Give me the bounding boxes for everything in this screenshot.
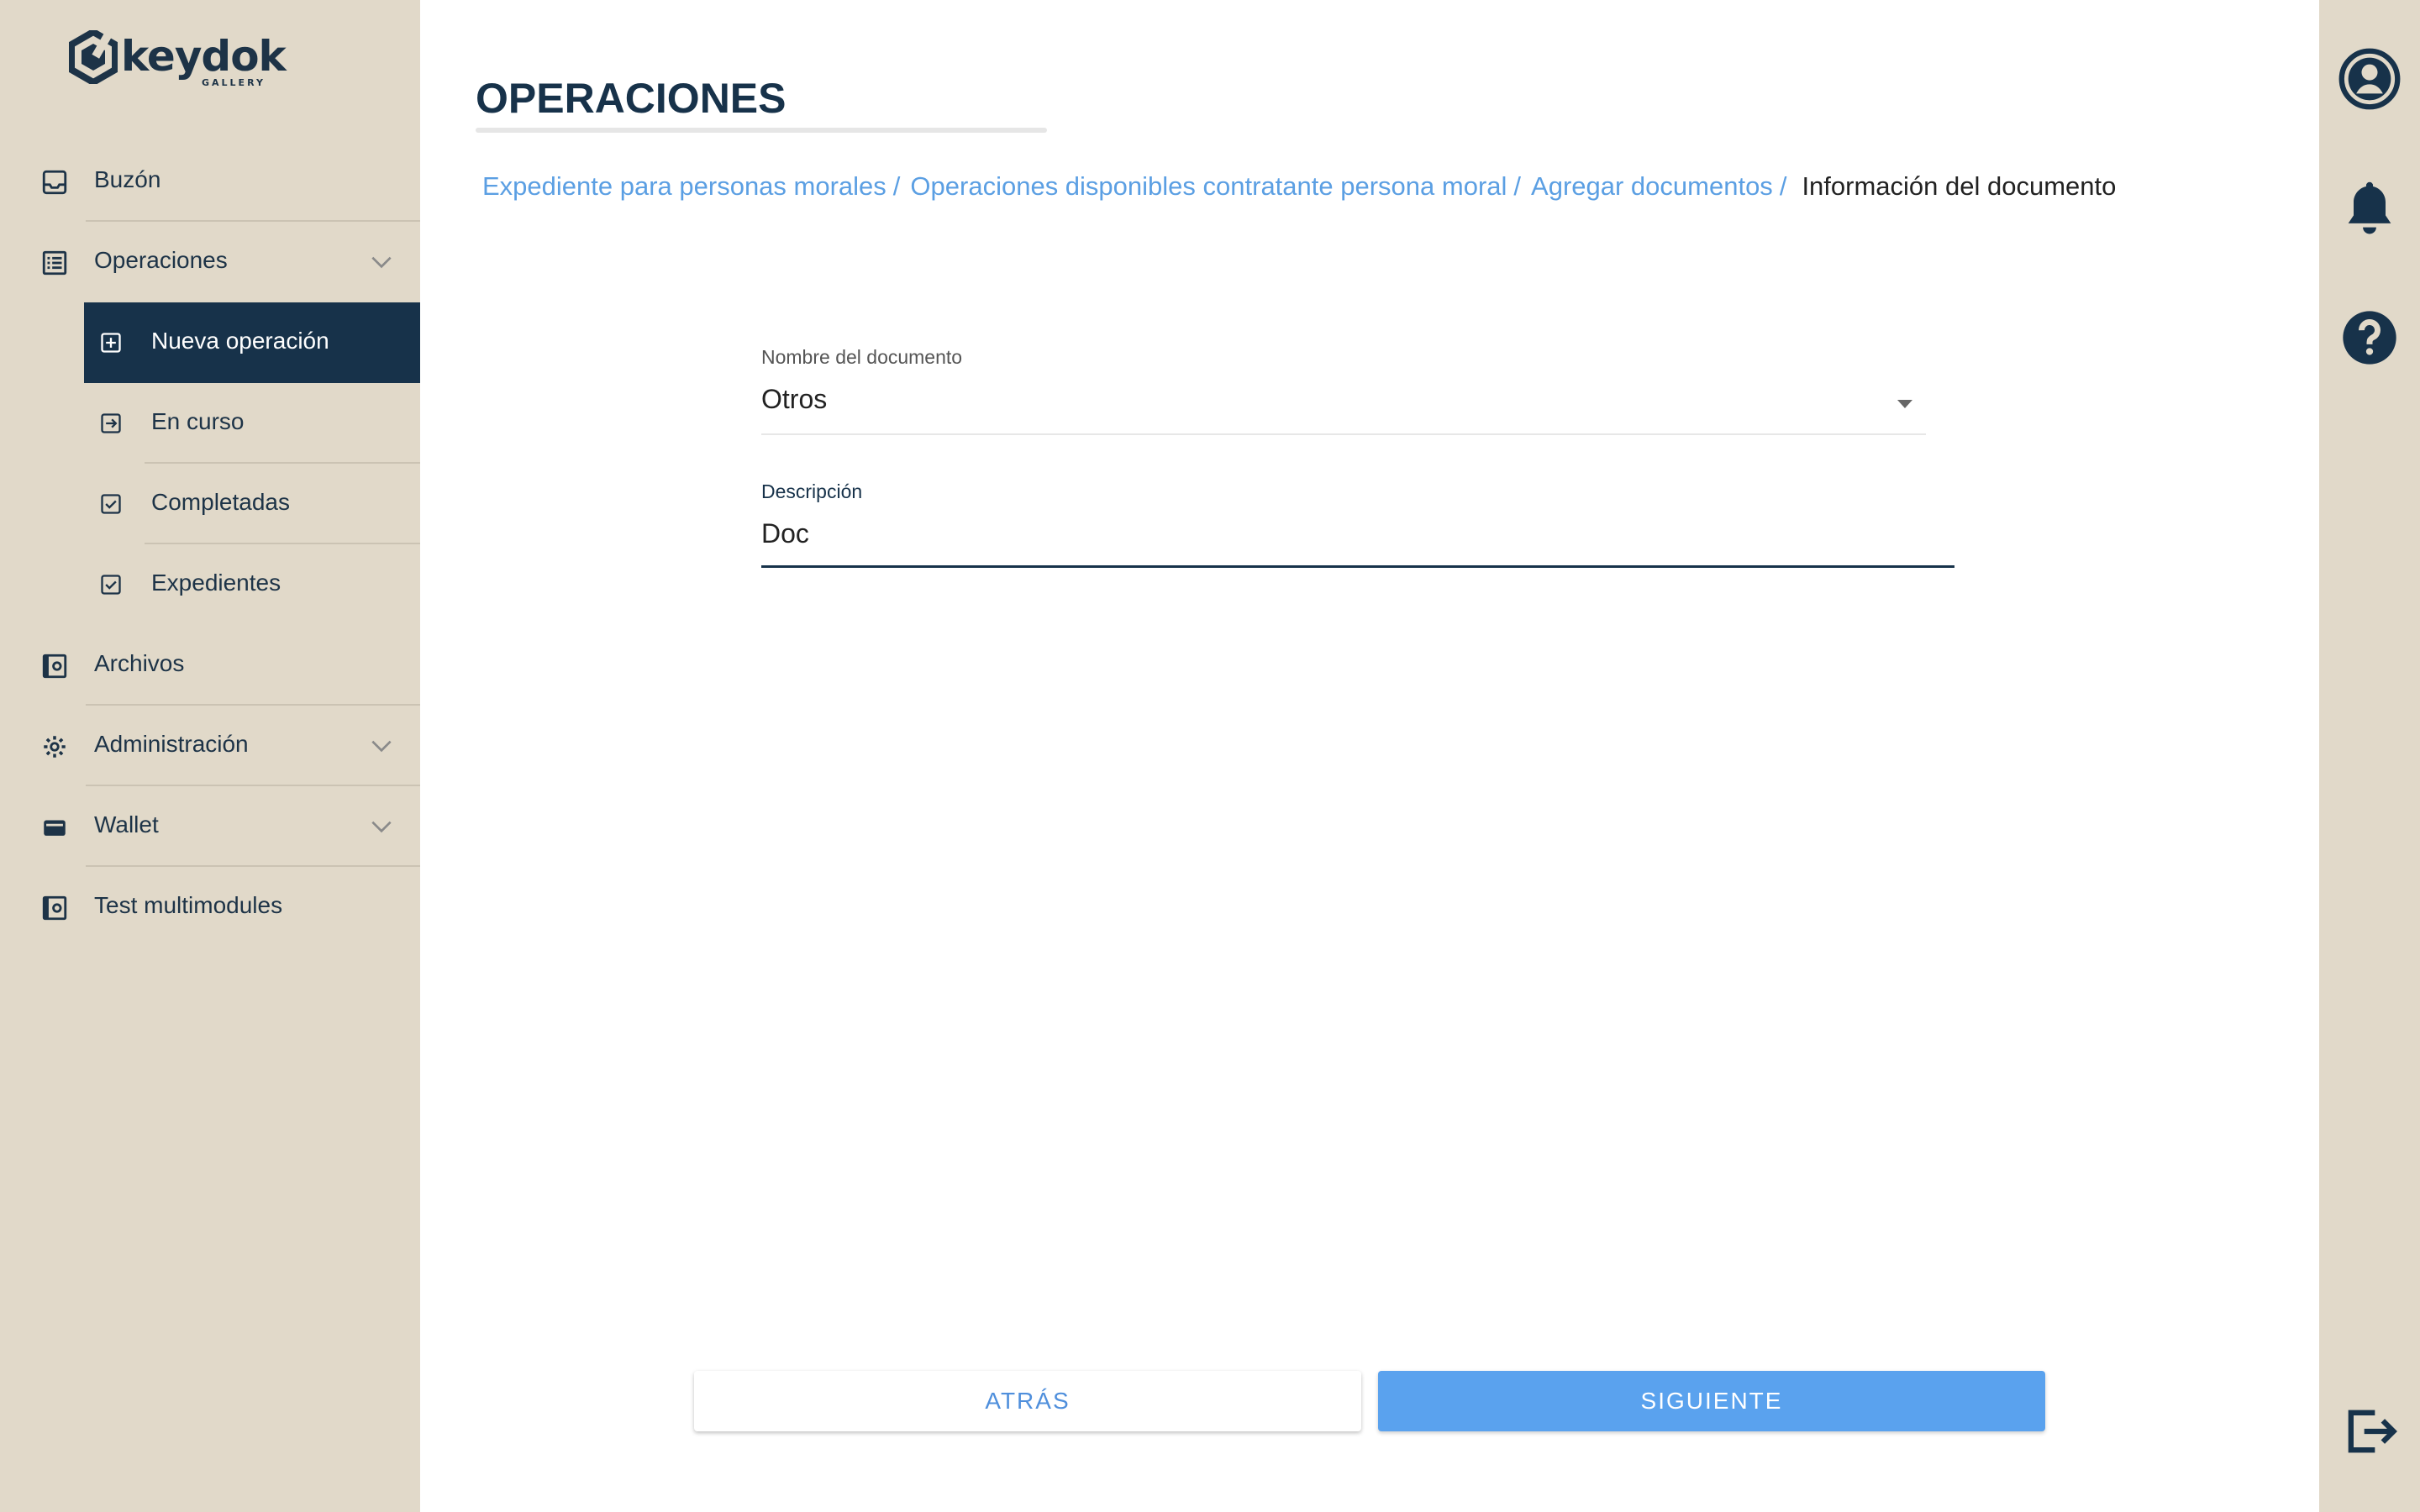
wallet-icon [44,820,66,836]
title-underline [476,128,1047,133]
file-box-icon [42,654,67,679]
logo-subtitle: GALLERY [202,77,266,88]
description-value[interactable]: Doc [761,518,1954,549]
sidebar-nav: Buzón Operaciones Nueva operación En cur… [0,141,420,948]
sidebar-item-wallet[interactable]: Wallet [0,786,420,867]
next-button[interactable]: SIGUIENTE [1378,1371,2045,1431]
breadcrumb-separator: / [1779,171,1787,201]
chevron-down-icon[interactable] [368,249,395,276]
inbox-icon [42,170,67,195]
dropdown-arrow-icon[interactable] [1897,400,1912,408]
sidebar-item-label: Test multimodules [94,892,283,918]
sidebar-item-completadas[interactable]: Completadas [0,464,420,544]
breadcrumb-separator: / [1513,171,1522,201]
add-box-icon [101,333,121,353]
bell-icon[interactable] [2338,178,2402,242]
sidebar-item-label: Expedientes [151,570,281,596]
sidebar-item-operaciones[interactable]: Operaciones [0,222,420,302]
sidebar-item-buzon[interactable]: Buzón [0,141,420,222]
right-rail [2319,0,2420,1512]
document-name-value: Otros [761,384,828,414]
breadcrumb-link-expediente[interactable]: Expediente para personas morales [482,171,886,201]
breadcrumb-link-operaciones-disponibles[interactable]: Operaciones disponibles contratante pers… [910,171,1507,201]
description-label: Descripción [761,480,863,502]
arrow-box-icon [101,413,121,433]
sidebar-item-en-curso[interactable]: En curso [0,383,420,464]
sidebar: keydok GALLERY Buzón Operaciones Nueva o… [0,0,420,1512]
check-box-icon [101,494,121,514]
sidebar-item-label: En curso [151,408,245,434]
logout-icon[interactable] [2338,1399,2402,1463]
sidebar-item-archivos[interactable]: Archivos [0,625,420,706]
chevron-down-icon[interactable] [368,732,395,759]
keydok-logo[interactable]: keydok GALLERY [69,30,287,94]
file-box-icon [42,895,67,921]
main-content: OPERACIONES Expediente para personas mor… [420,0,2319,1512]
account-circle-icon[interactable] [2338,47,2402,111]
sidebar-item-label: Archivos [94,650,185,676]
list-icon [42,250,67,276]
breadcrumb-separator: / [892,171,901,201]
document-name-select[interactable]: Nombre del documento Otros [761,346,1926,435]
sidebar-item-label: Buzón [94,166,161,192]
sidebar-item-label: Operaciones [94,247,228,273]
sidebar-item-label: Completadas [151,489,290,515]
keydok-logo-icon [69,30,118,84]
breadcrumb-current: Información del documento [1802,171,2117,201]
sidebar-item-administracion[interactable]: Administración [0,706,420,786]
sidebar-item-expedientes[interactable]: Expedientes [0,544,420,625]
breadcrumb: Expediente para personas morales / Operaci… [482,171,2116,202]
document-name-label: Nombre del documento [761,346,963,368]
sidebar-item-nueva-operacion[interactable]: Nueva operación [84,302,420,383]
sidebar-item-label: Wallet [94,811,159,837]
page-title: OPERACIONES [476,75,786,122]
breadcrumb-link-agregar-documentos[interactable]: Agregar documentos [1531,171,1773,201]
help-icon[interactable] [2338,306,2402,370]
chevron-down-icon[interactable] [368,813,395,840]
logo-wordmark: keydok [121,32,287,81]
gear-icon [44,736,66,758]
sidebar-item-label: Administración [94,731,249,757]
back-button[interactable]: ATRÁS [694,1371,1361,1431]
sidebar-item-label: Nueva operación [151,328,329,354]
check-box-icon [101,575,121,595]
sidebar-item-test-multimodules[interactable]: Test multimodules [0,867,420,948]
description-field[interactable]: Descripción Doc [761,480,1954,568]
